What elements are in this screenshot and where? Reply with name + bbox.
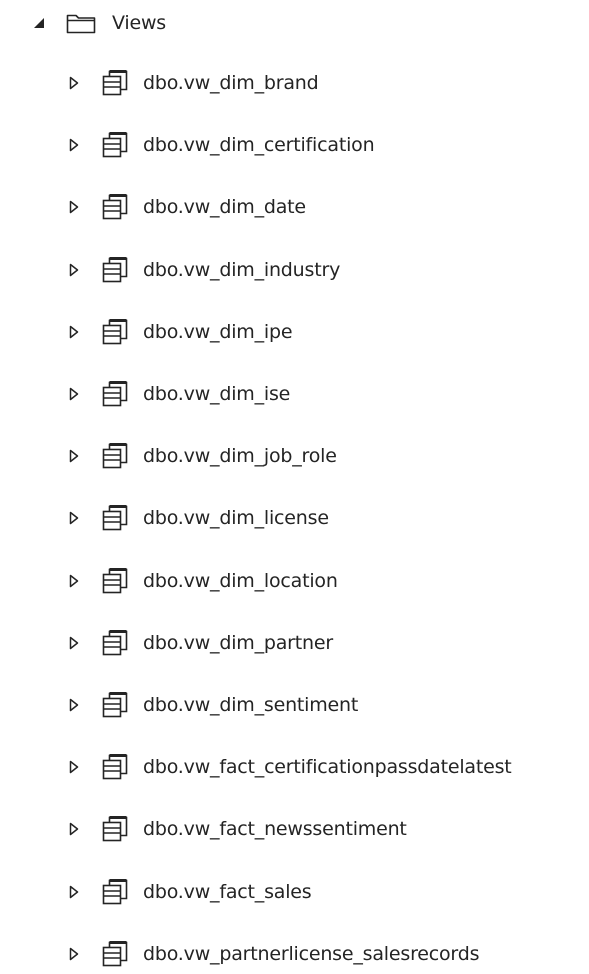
caret-collapsed-icon[interactable] [67, 199, 81, 215]
tree-item-label: dbo.vw_partnerlicense_salesrecords [143, 942, 480, 965]
tree-item-view[interactable]: dbo.vw_dim_certification [67, 125, 375, 165]
view-icon [101, 317, 131, 347]
view-icon [101, 877, 131, 907]
caret-collapsed-icon[interactable] [67, 386, 81, 402]
tree-item-view[interactable]: dbo.vw_dim_date [67, 187, 306, 227]
tree-item-label: dbo.vw_dim_date [143, 196, 306, 219]
view-icon [101, 566, 131, 596]
view-icon [101, 814, 131, 844]
caret-expanded-icon[interactable] [32, 15, 46, 31]
caret-collapsed-icon[interactable] [67, 324, 81, 340]
tree-item-view[interactable]: dbo.vw_dim_sentiment [67, 685, 358, 725]
tree-item-label: dbo.vw_dim_license [143, 507, 329, 530]
tree-item-view[interactable]: dbo.vw_fact_newssentiment [67, 809, 407, 849]
view-icon [101, 130, 131, 160]
caret-collapsed-icon[interactable] [67, 697, 81, 713]
view-icon [101, 441, 131, 471]
caret-collapsed-icon[interactable] [67, 884, 81, 900]
tree-item-label: dbo.vw_dim_brand [143, 72, 319, 94]
tree-item-label: dbo.vw_dim_certification [143, 134, 375, 157]
view-icon [101, 628, 131, 658]
view-icon [101, 690, 131, 720]
caret-collapsed-icon[interactable] [67, 759, 81, 775]
tree-item-view[interactable]: dbo.vw_fact_certificationpassdatelatest [67, 747, 512, 787]
tree-item-label: dbo.vw_dim_ise [143, 383, 291, 405]
caret-collapsed-icon[interactable] [67, 262, 81, 278]
tree-folder-views[interactable]: Views [32, 3, 166, 43]
tree-item-view[interactable]: dbo.vw_dim_location [67, 561, 338, 601]
caret-collapsed-icon[interactable] [67, 821, 81, 837]
tree-item-label: dbo.vw_dim_sentiment [143, 694, 359, 716]
caret-collapsed-icon[interactable] [67, 137, 81, 153]
tree-item-label: dbo.vw_dim_partner [143, 631, 333, 654]
tree-item-view[interactable]: dbo.vw_dim_industry [67, 250, 340, 290]
caret-collapsed-icon[interactable] [67, 510, 81, 526]
caret-collapsed-icon[interactable] [67, 448, 81, 464]
view-icon [101, 752, 131, 782]
tree-item-label: dbo.vw_fact_certificationpassdatelatest [143, 756, 512, 779]
caret-collapsed-icon[interactable] [67, 573, 81, 589]
view-icon [101, 379, 131, 409]
view-icon [101, 503, 131, 533]
tree-item-view[interactable]: dbo.vw_dim_job_role [67, 436, 337, 476]
tree-item-label: dbo.vw_fact_newssentiment [143, 818, 407, 841]
tree-item-view[interactable]: dbo.vw_dim_license [67, 498, 329, 538]
view-icon [101, 255, 131, 285]
tree-item-label: dbo.vw_dim_location [143, 569, 338, 592]
view-icon [101, 192, 131, 222]
view-icon [101, 939, 131, 969]
view-icon [101, 68, 131, 98]
tree-item-label: dbo.vw_dim_ipe [143, 320, 293, 343]
caret-collapsed-icon[interactable] [67, 75, 81, 91]
tree-item-view[interactable]: dbo.vw_dim_ipe [67, 312, 293, 352]
tree-item-view[interactable]: dbo.vw_fact_sales [67, 872, 312, 912]
tree-folder-label: Views [112, 12, 166, 34]
tree-item-view[interactable]: dbo.vw_partnerlicense_salesrecords [67, 934, 479, 974]
tree-item-label: dbo.vw_dim_job_role [143, 445, 337, 468]
caret-collapsed-icon[interactable] [67, 635, 81, 651]
tree-item-view[interactable]: dbo.vw_dim_brand [67, 63, 319, 103]
tree-item-view[interactable]: dbo.vw_dim_partner [67, 623, 333, 663]
folder-icon [66, 11, 98, 35]
tree-item-label: dbo.vw_fact_sales [143, 880, 312, 903]
caret-collapsed-icon[interactable] [67, 946, 81, 962]
tree-item-view[interactable]: dbo.vw_dim_ise [67, 374, 290, 414]
tree-item-label: dbo.vw_dim_industry [143, 258, 341, 281]
